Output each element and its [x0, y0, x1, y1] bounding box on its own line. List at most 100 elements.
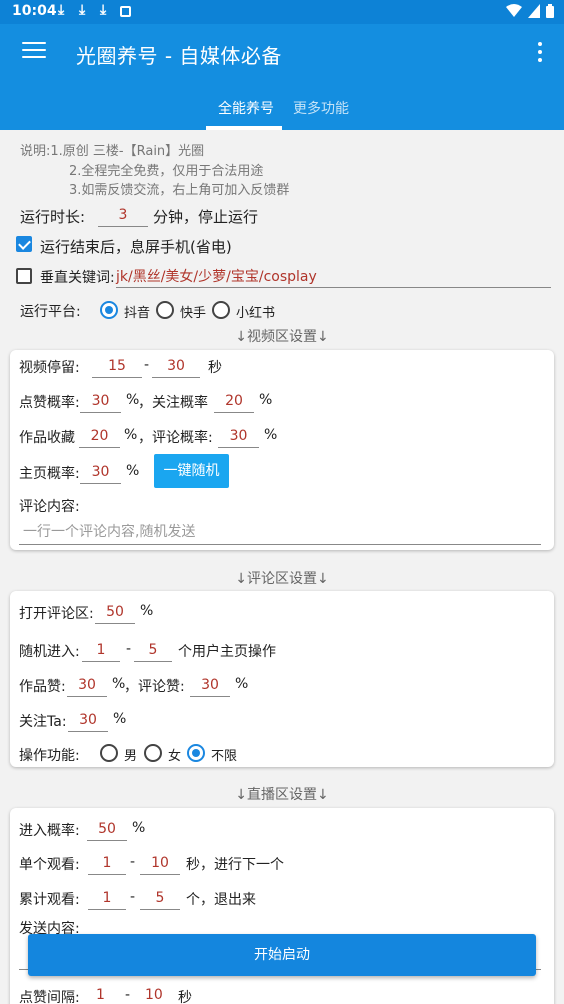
download-icon: ⤓ [79, 2, 86, 18]
menu-icon[interactable] [22, 42, 46, 64]
start-button[interactable]: 开始启动 [28, 934, 536, 976]
note-line-2: 2.全程完全免费，仅用于合法用途 [69, 164, 264, 179]
runtime-label: 运行时长: [20, 208, 86, 226]
gender-option-any: 不限 [211, 749, 238, 764]
app-title: 光圈养号 - 自媒体必备 [76, 44, 282, 68]
like-prob-label: 点赞概率: [19, 395, 80, 411]
dash: - [125, 987, 131, 1003]
platform-radio-kuaishou[interactable] [156, 301, 174, 319]
wifi-icon [506, 4, 522, 17]
single-watch-max-input[interactable]: 10 [140, 853, 180, 875]
random-button[interactable]: 一键随机 [154, 454, 229, 488]
single-watch-min-input[interactable]: 1 [88, 853, 126, 875]
collect-prob-input[interactable]: 20 [79, 426, 120, 448]
percent-sign: % [235, 676, 249, 692]
note-line-3: 3.如需反馈交流，右上角可加入反馈群 [69, 183, 290, 198]
random-enter-max-input[interactable]: 5 [134, 640, 172, 662]
comment-prob-input[interactable]: 30 [218, 426, 259, 448]
notification-icon [120, 6, 131, 17]
note-line-1: 说明:1.原创 三楼-【Rain】光圈 [20, 144, 205, 159]
main-content: 说明:1.原创 三楼-【Rain】光圈 2.全程完全免费，仅用于合法用途 3.如… [0, 130, 564, 1004]
platform-radio-douyin[interactable] [100, 301, 118, 319]
runtime-suffix: 分钟，停止运行 [153, 208, 259, 226]
live-enter-label: 进入概率: [19, 823, 80, 839]
platform-radio-xiaohongshu[interactable] [212, 301, 230, 319]
collect-prob-label: 作品收藏 [19, 430, 75, 446]
keyword-checkbox[interactable] [16, 268, 32, 284]
comment-like-input[interactable]: 30 [190, 675, 230, 697]
status-time: 10:04 [12, 3, 57, 19]
gender-radio-female[interactable] [144, 744, 162, 762]
comment-prob-label: ，评论概率: [138, 430, 213, 446]
signal-icon [528, 4, 540, 18]
work-like-label: 作品赞: [19, 679, 66, 695]
runtime-input[interactable]: 3 [98, 205, 148, 227]
gender-radio-male[interactable] [100, 744, 118, 762]
platform-label: 运行平台: [20, 304, 81, 320]
open-comment-label: 打开评论区: [19, 606, 94, 622]
like-interval-unit: 秒 [178, 990, 192, 1004]
tab-bar: 全能养号 更多功能 [0, 82, 564, 130]
comment-like-label: ，评论赞: [124, 679, 185, 695]
tab-more-functions[interactable]: 更多功能 [293, 98, 349, 118]
percent-sign: % [124, 427, 138, 443]
live-enter-input[interactable]: 50 [87, 819, 127, 841]
gender-radio-any[interactable] [187, 744, 205, 762]
work-like-input[interactable]: 30 [67, 675, 107, 697]
comment-settings-card: 打开评论区: 50 % 随机进入: 1 - 5 个用户主页操作 作品赞: 30 … [10, 591, 554, 767]
follow-ta-input[interactable]: 30 [68, 710, 108, 732]
like-interval-min-input[interactable]: 1 [96, 987, 105, 1003]
video-stay-label: 视频停留: [19, 360, 80, 376]
follow-ta-label: 关注Ta: [19, 714, 67, 730]
percent-sign: % [140, 603, 154, 619]
screen-off-checkbox[interactable] [16, 236, 32, 252]
dash: - [130, 854, 136, 870]
like-interval-label: 点赞间隔: [19, 990, 80, 1004]
keyword-label: 垂直关键词: [40, 270, 115, 286]
comment-content-label: 评论内容: [19, 499, 80, 515]
app-bar: 光圈养号 - 自媒体必备 [0, 24, 564, 82]
video-settings-card: 视频停留: 15 - 30 秒 点赞概率: 30 % ，关注概率 20 % 作品… [10, 350, 554, 550]
comment-section-title: ↓评论区设置↓ [235, 571, 329, 587]
video-stay-max-input[interactable]: 30 [152, 356, 200, 378]
total-watch-label: 累计观看: [19, 892, 80, 908]
dash: - [126, 641, 132, 657]
total-watch-max-input[interactable]: 5 [140, 888, 180, 910]
random-enter-label: 随机进入: [19, 644, 80, 660]
more-options-icon[interactable] [536, 42, 544, 64]
percent-sign: % [113, 711, 127, 727]
percent-sign: % [126, 463, 140, 479]
total-watch-min-input[interactable]: 1 [88, 888, 126, 910]
home-prob-input[interactable]: 30 [80, 462, 121, 484]
video-stay-unit: 秒 [208, 360, 222, 376]
total-watch-suffix: 个，退出来 [186, 892, 256, 908]
like-interval-max-input[interactable]: 10 [145, 987, 163, 1003]
open-comment-input[interactable]: 50 [95, 602, 135, 624]
comment-content-input[interactable]: 一行一个评论内容,随机发送 [19, 521, 541, 545]
random-enter-min-input[interactable]: 1 [82, 640, 120, 662]
keyword-input[interactable]: jk/黑丝/美女/少萝/宝宝/cosplay [116, 266, 551, 288]
follow-prob-label: ，关注概率 [138, 395, 208, 411]
like-prob-input[interactable]: 30 [80, 391, 121, 413]
gender-option-male: 男 [124, 749, 138, 764]
single-watch-label: 单个观看: [19, 857, 80, 873]
percent-sign: % [259, 392, 273, 408]
live-section-title: ↓直播区设置↓ [235, 787, 329, 803]
random-enter-suffix: 个用户主页操作 [178, 644, 276, 660]
follow-prob-input[interactable]: 20 [214, 391, 254, 413]
percent-sign: % [264, 427, 278, 443]
gender-label: 操作功能: [19, 748, 80, 764]
screen-off-label: 运行结束后，息屏手机(省电) [40, 238, 232, 256]
dash: - [144, 357, 150, 373]
download-icon: ⤓ [58, 2, 65, 18]
platform-option-douyin: 抖音 [124, 306, 151, 321]
platform-option-xiaohongshu: 小红书 [236, 306, 276, 321]
tab-all-raise[interactable]: 全能养号 [218, 98, 274, 118]
battery-icon [546, 4, 554, 18]
video-stay-min-input[interactable]: 15 [92, 356, 142, 378]
home-prob-label: 主页概率: [19, 466, 80, 482]
download-icon: ⤓ [100, 2, 107, 18]
video-section-title: ↓视频区设置↓ [235, 329, 329, 345]
status-bar: 10:04 ⤓ ⤓ ⤓ [0, 0, 564, 24]
single-watch-suffix: 秒，进行下一个 [186, 857, 284, 873]
